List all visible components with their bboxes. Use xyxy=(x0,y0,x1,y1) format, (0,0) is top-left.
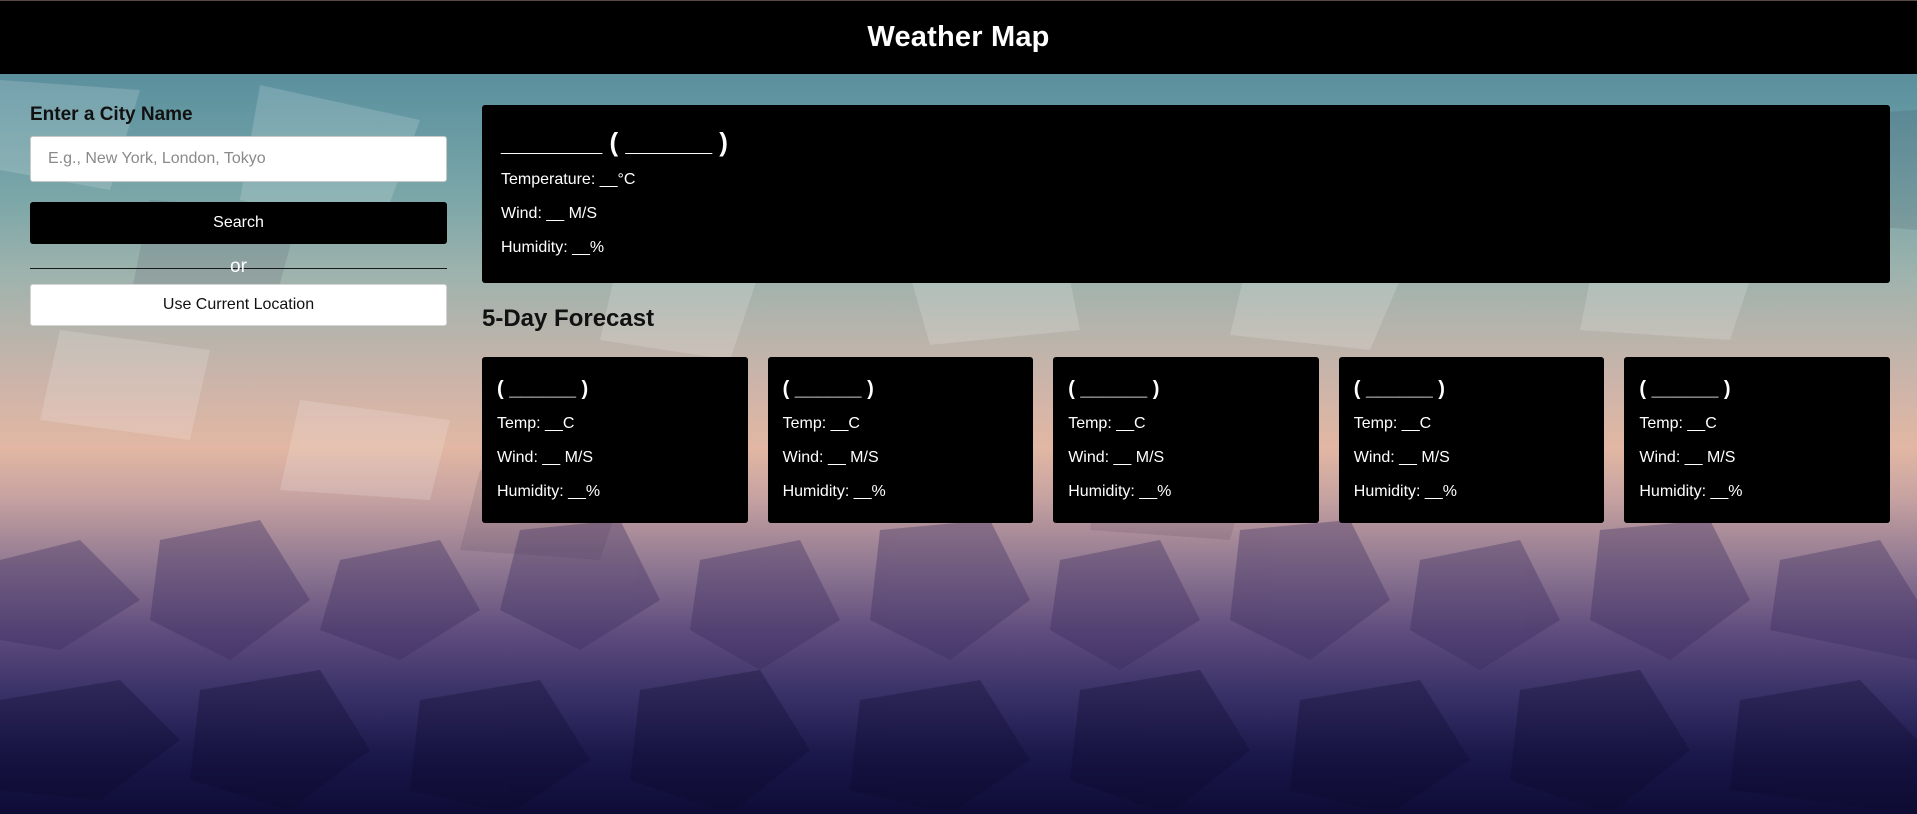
forecast-humidity: Humidity: __% xyxy=(782,483,886,500)
app-header: Weather Map xyxy=(0,0,1917,74)
forecast-title: 5-Day Forecast xyxy=(482,305,655,332)
city-input-label: Enter a City Name xyxy=(30,104,193,125)
forecast-wind: Wind: __ M/S xyxy=(782,449,879,466)
forecast-date: ( ______ ) xyxy=(1353,378,1445,400)
forecast-wind: Wind: __ M/S xyxy=(1353,449,1450,466)
forecast-date: ( ______ ) xyxy=(1068,378,1160,400)
forecast-temp: Temp: __C xyxy=(1068,415,1146,432)
city-search-input[interactable] xyxy=(30,136,447,182)
forecast-humidity: Humidity: __% xyxy=(1639,483,1743,500)
app-title: Weather Map xyxy=(867,21,1050,53)
forecast-card: ( ______ ) Temp: __C Wind: __ M/S Humidi… xyxy=(1053,357,1319,523)
current-humidity: Humidity: __% xyxy=(501,239,605,256)
forecast-humidity: Humidity: __% xyxy=(1068,483,1172,500)
forecast-card: ( ______ ) Temp: __C Wind: __ M/S Humidi… xyxy=(482,357,748,523)
forecast-date: ( ______ ) xyxy=(497,378,589,400)
forecast-wind: Wind: __ M/S xyxy=(1639,449,1736,466)
forecast-card: ( ______ ) Temp: __C Wind: __ M/S Humidi… xyxy=(1624,357,1890,523)
forecast-temp: Temp: __C xyxy=(782,415,860,432)
current-temperature: Temperature: __°C xyxy=(501,171,636,188)
forecast-temp: Temp: __C xyxy=(497,415,575,432)
forecast-date: ( ______ ) xyxy=(1639,378,1731,400)
forecast-humidity: Humidity: __% xyxy=(497,483,601,500)
current-weather-card: _______ ( ______ ) Temperature: __°C Win… xyxy=(482,105,1890,283)
current-city-name: _______ ( ______ ) xyxy=(501,127,728,157)
or-divider: or xyxy=(30,254,447,282)
forecast-wind: Wind: __ M/S xyxy=(1068,449,1165,466)
use-current-location-button[interactable]: Use Current Location xyxy=(30,284,447,326)
forecast-card: ( ______ ) Temp: __C Wind: __ M/S Humidi… xyxy=(767,357,1034,523)
search-panel: Enter a City Name Search or Use Current … xyxy=(30,104,447,326)
forecast-date: ( ______ ) xyxy=(782,378,874,400)
forecast-temp: Temp: __C xyxy=(1353,415,1432,432)
forecast-humidity: Humidity: __% xyxy=(1353,483,1457,500)
forecast-list: ( ______ ) Temp: __C Wind: __ M/S Humidi… xyxy=(482,357,1890,523)
search-button[interactable]: Search xyxy=(30,202,447,244)
or-text: or xyxy=(230,256,247,277)
forecast-wind: Wind: __ M/S xyxy=(497,449,594,466)
current-wind: Wind: __ M/S xyxy=(501,205,598,222)
forecast-card: ( ______ ) Temp: __C Wind: __ M/S Humidi… xyxy=(1338,357,1605,523)
forecast-temp: Temp: __C xyxy=(1639,415,1717,432)
